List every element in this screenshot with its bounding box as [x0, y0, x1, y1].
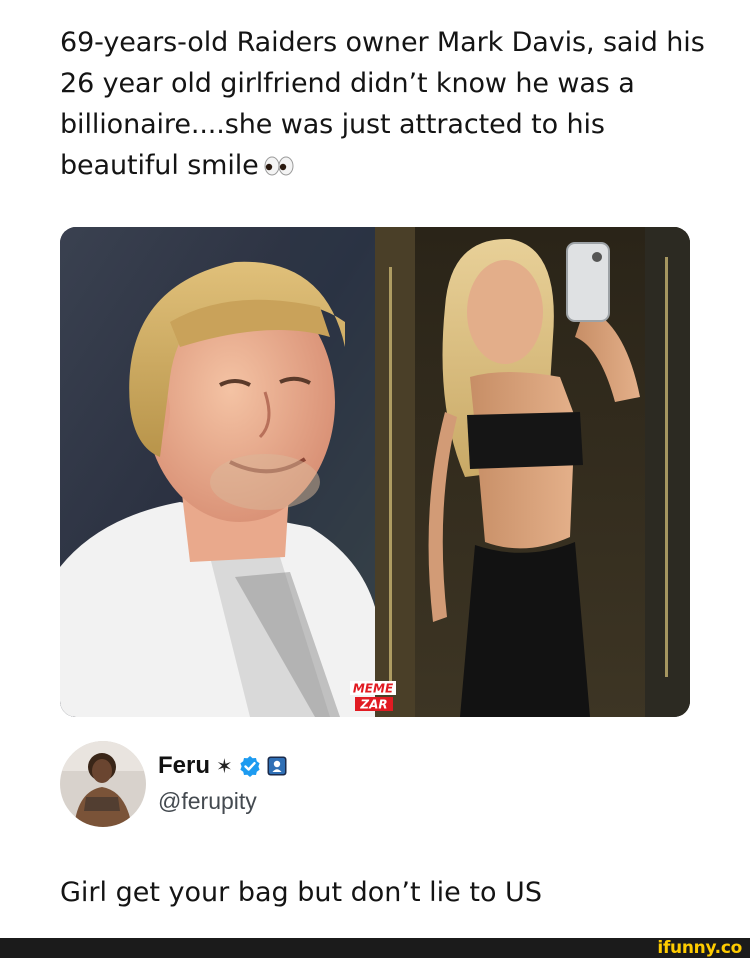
tweet-author[interactable]: Feru ✶ @ferupity — [60, 741, 660, 831]
avatar[interactable] — [60, 741, 146, 827]
affiliate-badge-icon[interactable] — [267, 756, 287, 776]
svg-text:MEME: MEME — [353, 682, 394, 696]
display-name-group[interactable]: Feru ✶ — [158, 751, 287, 781]
footer-bar: ifunny.co — [0, 938, 750, 958]
avatar-image — [60, 741, 146, 827]
memezar-watermark: MEME ZAR — [350, 681, 396, 712]
photo-woman-selfie — [375, 227, 690, 717]
verified-badge-icon[interactable] — [239, 755, 261, 777]
svg-text:ZAR: ZAR — [359, 698, 387, 712]
eyes-icon — [264, 156, 294, 176]
tweet-text: Girl get your bag but don’t lie to US — [60, 877, 542, 908]
photo-man-smiling — [60, 227, 375, 717]
author-handle[interactable]: @ferupity — [158, 788, 257, 815]
post-image[interactable]: MEME ZAR — [60, 227, 690, 717]
headline-text: 69-years-old Raiders owner Mark Davis, s… — [60, 27, 705, 181]
post-headline: 69-years-old Raiders owner Mark Davis, s… — [60, 22, 710, 186]
ifunny-logo[interactable]: ifunny.co — [657, 938, 742, 958]
display-name[interactable]: Feru — [158, 752, 210, 780]
star-icon: ✶ — [216, 754, 233, 778]
meme-page: 69-years-old Raiders owner Mark Davis, s… — [0, 0, 750, 958]
